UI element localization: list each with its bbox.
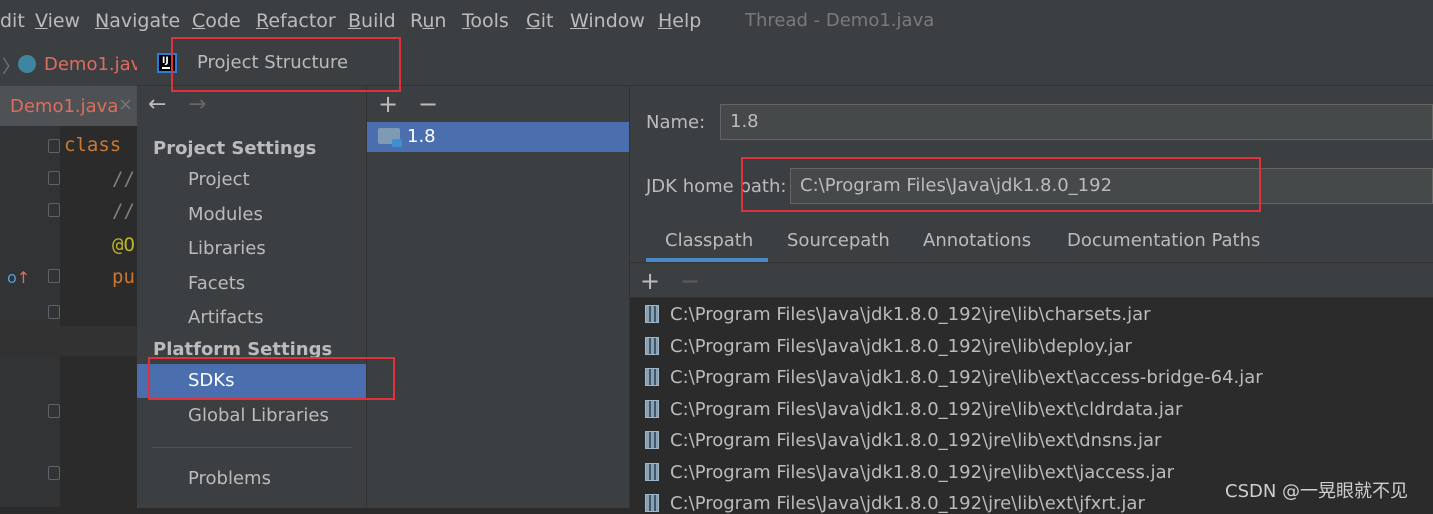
fold-icon[interactable] <box>48 305 60 319</box>
menu-view[interactable]: View <box>35 10 80 32</box>
list-item[interactable]: C:\Program Files\Java\jdk1.8.0_192\jre\l… <box>645 493 1145 514</box>
remove-sdk-button[interactable]: − <box>418 90 438 118</box>
list-item[interactable]: C:\Program Files\Java\jdk1.8.0_192\jre\l… <box>645 367 1263 388</box>
close-icon[interactable]: × <box>118 94 133 115</box>
code-line-2: // <box>112 168 135 190</box>
jar-icon <box>645 463 659 481</box>
tab-divider <box>630 262 1433 263</box>
editor-tabs: Demo1.java × <box>0 86 137 126</box>
back-arrow-icon[interactable]: ← <box>148 92 166 117</box>
window-title: Thread - Demo1.java <box>745 10 935 31</box>
tab-demo1[interactable]: Demo1.java <box>10 96 118 117</box>
add-sdk-button[interactable]: + <box>378 90 398 118</box>
sidebar-item-problems[interactable]: Problems <box>188 468 271 489</box>
highlight-box-jdk-path <box>741 157 1261 212</box>
sidebar-item-libraries[interactable]: Libraries <box>188 238 266 259</box>
jar-icon <box>645 431 659 449</box>
sidebar-item-modules[interactable]: Modules <box>188 204 263 225</box>
fold-icon[interactable] <box>48 203 60 217</box>
highlight-box-sdks <box>148 357 395 400</box>
sidebar-item-facets[interactable]: Facets <box>188 273 245 294</box>
code-line-4: @O <box>112 234 135 256</box>
project-settings-heading: Project Settings <box>153 138 317 159</box>
navigation-bar: 〉 Demo1.java <box>0 44 152 87</box>
jar-icon <box>645 368 659 386</box>
menu-run[interactable]: Run <box>410 10 446 32</box>
jar-icon <box>645 400 659 418</box>
menu-code[interactable]: Code <box>192 10 241 32</box>
sidebar-item-artifacts[interactable]: Artifacts <box>188 307 263 328</box>
list-item[interactable]: C:\Program Files\Java\jdk1.8.0_192\jre\l… <box>645 304 1151 325</box>
menu-refactor[interactable]: Refactor <box>256 10 336 32</box>
tab-documentation-paths[interactable]: Documentation Paths <box>1067 230 1260 251</box>
highlight-box-title <box>171 37 401 92</box>
tab-annotations[interactable]: Annotations <box>923 230 1031 251</box>
fold-icon[interactable] <box>48 171 60 185</box>
sidebar-divider <box>152 447 352 448</box>
watermark: CSDN @一晃眼就不见 <box>1225 481 1409 502</box>
remove-classpath-button[interactable]: − <box>680 267 700 295</box>
menu-git[interactable]: Git <box>526 10 553 32</box>
menu-navigate[interactable]: Navigate <box>95 10 180 32</box>
sidebar-item-global-libraries[interactable]: Global Libraries <box>188 405 329 426</box>
code-line-5: pu <box>112 266 135 288</box>
fold-icon[interactable] <box>48 404 60 418</box>
sdk-item-label: 1.8 <box>407 126 436 147</box>
forward-arrow-icon[interactable]: → <box>188 92 206 117</box>
jar-icon <box>645 337 659 355</box>
folder-icon <box>378 128 402 147</box>
menu-build[interactable]: Build <box>348 10 396 32</box>
override-marker-icon[interactable]: o↑ <box>7 268 30 287</box>
list-item[interactable]: C:\Program Files\Java\jdk1.8.0_192\jre\l… <box>645 430 1161 451</box>
jar-icon <box>645 305 659 323</box>
menu-edit[interactable]: dit <box>0 10 25 32</box>
class-icon <box>18 55 36 73</box>
menu-help[interactable]: Help <box>658 10 701 32</box>
fold-icon[interactable] <box>48 466 60 480</box>
name-label: Name: <box>646 112 706 133</box>
list-item[interactable]: C:\Program Files\Java\jdk1.8.0_192\jre\l… <box>645 399 1182 420</box>
code-line-3: // <box>112 200 135 222</box>
fold-icon[interactable] <box>48 139 60 153</box>
menu-window[interactable]: Window <box>570 10 645 32</box>
list-item[interactable]: C:\Program Files\Java\jdk1.8.0_192\jre\l… <box>645 462 1174 483</box>
tab-sourcepath[interactable]: Sourcepath <box>787 230 890 251</box>
menu-tools[interactable]: Tools <box>462 10 509 32</box>
current-line-highlight <box>0 326 137 356</box>
tab-classpath[interactable]: Classpath <box>665 230 753 251</box>
fold-icon[interactable] <box>48 269 60 283</box>
add-classpath-button[interactable]: + <box>640 267 660 295</box>
sidebar-item-project[interactable]: Project <box>188 169 250 190</box>
jar-icon <box>645 494 659 512</box>
list-item[interactable]: C:\Program Files\Java\jdk1.8.0_192\jre\l… <box>645 336 1132 357</box>
code-line-1: class <box>64 134 122 156</box>
name-input[interactable]: 1.8 <box>720 104 1433 140</box>
